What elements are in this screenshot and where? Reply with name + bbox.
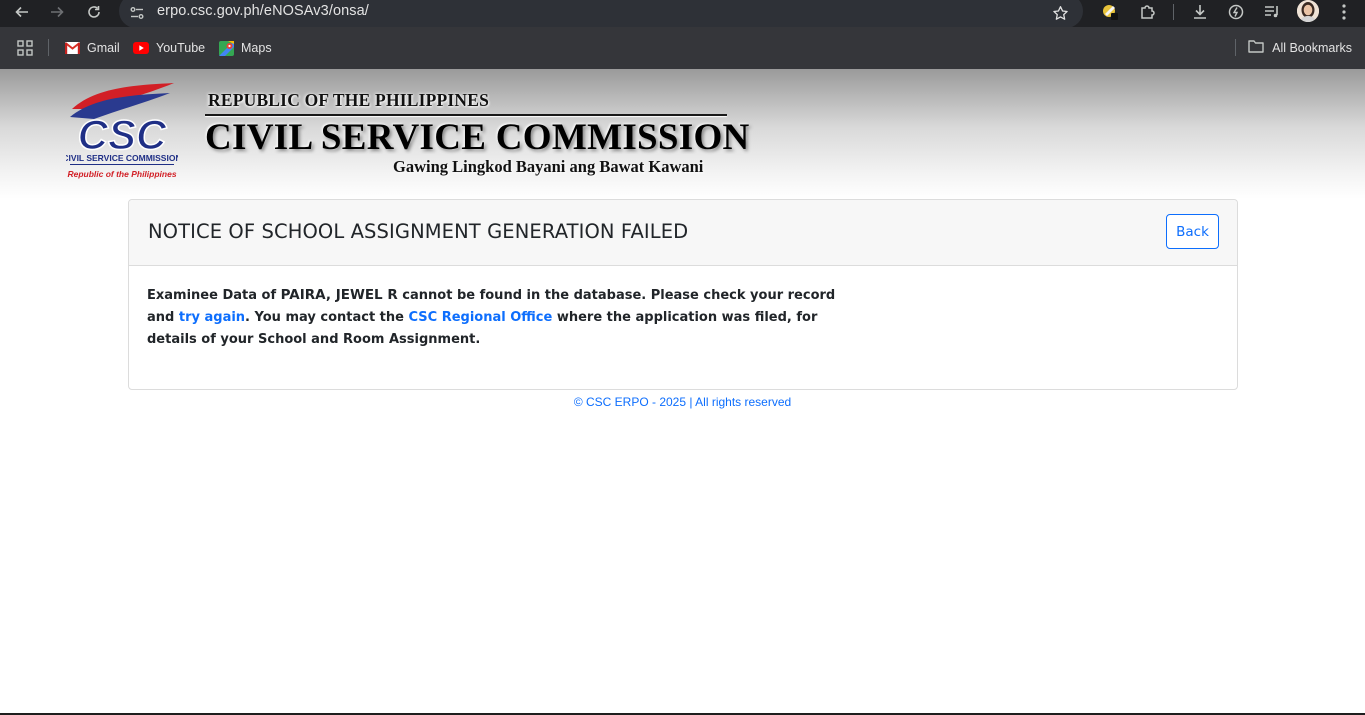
agency-tagline: Gawing Lingkod Bayani ang Bawat Kawani — [393, 157, 704, 176]
bookmark-label: YouTube — [156, 41, 206, 55]
message-text: . You may contact the — [245, 310, 409, 325]
footer-copyright: © CSC ERPO - 2025 | All rights reserved — [573, 395, 792, 409]
profile-avatar[interactable] — [1297, 0, 1319, 22]
regional-office-link[interactable]: CSC Regional Office — [409, 310, 553, 325]
republic-heading: REPUBLIC OF THE PHILIPPINES — [208, 90, 490, 110]
bookmarks-divider — [1235, 39, 1236, 56]
toolbar-divider — [1173, 4, 1174, 20]
bookmarks-divider — [48, 39, 49, 56]
card-message: Examinee Data of PAIRA, JEWEL R cannot b… — [147, 284, 847, 351]
bookmark-gmail[interactable]: Gmail — [64, 39, 120, 57]
page-content: CSC CIVIL SERVICE COMMISSION Republic of… — [0, 69, 1365, 715]
logo-caption-agency: CIVIL SERVICE COMMISSION — [66, 153, 178, 163]
logo-caption-republic: Republic of the Philippines — [67, 169, 176, 179]
reload-icon[interactable] — [83, 2, 105, 22]
bookmarks-bar: Gmail YouTube Maps All Bookmarks — [0, 27, 1365, 69]
extension-pencil-icon[interactable] — [1098, 1, 1122, 23]
logo-letters: CSC — [78, 111, 167, 158]
all-bookmarks-button[interactable]: All Bookmarks — [1248, 39, 1352, 56]
more-menu-icon[interactable] — [1332, 1, 1356, 23]
address-bar[interactable]: erpo.csc.gov.ph/eNOSAv3/onsa/ — [119, 0, 1083, 28]
folder-icon — [1248, 39, 1264, 56]
banner-text: REPUBLIC OF THE PHILIPPINES CIVIL SERVIC… — [205, 87, 749, 182]
page-title: NOTICE OF SCHOOL ASSIGNMENT GENERATION F… — [148, 220, 689, 243]
agency-title: CIVIL SERVICE COMMISSION — [205, 117, 750, 158]
card-header: NOTICE OF SCHOOL ASSIGNMENT GENERATION F… — [129, 200, 1237, 266]
examinee-name: PAIRA, JEWEL R — [280, 287, 398, 303]
apps-grid-icon[interactable] — [16, 39, 34, 57]
bookmark-label: Maps — [241, 41, 272, 55]
forward-arrow-icon[interactable] — [46, 2, 68, 22]
maps-icon — [218, 40, 234, 56]
notice-card: NOTICE OF SCHOOL ASSIGNMENT GENERATION F… — [128, 199, 1238, 390]
download-icon[interactable] — [1188, 1, 1212, 23]
header-banner: CSC CIVIL SERVICE COMMISSION Republic of… — [0, 69, 1365, 199]
media-queue-icon[interactable] — [1260, 1, 1284, 23]
all-bookmarks-label: All Bookmarks — [1272, 40, 1352, 55]
back-arrow-icon[interactable] — [11, 2, 33, 22]
message-text: Examinee Data of — [147, 288, 281, 303]
gmail-icon — [64, 40, 80, 56]
extensions-puzzle-icon[interactable] — [1136, 1, 1160, 23]
site-info-icon[interactable] — [128, 4, 146, 22]
performance-icon[interactable] — [1224, 1, 1248, 23]
bookmark-label: Gmail — [87, 41, 120, 55]
try-again-link[interactable]: try again — [179, 310, 245, 325]
browser-toolbar: erpo.csc.gov.ph/eNOSAv3/onsa/ — [0, 0, 1365, 28]
bookmark-star-icon[interactable] — [1050, 4, 1070, 22]
youtube-icon — [133, 40, 149, 56]
bookmark-youtube[interactable]: YouTube — [133, 39, 205, 57]
bookmark-maps[interactable]: Maps — [218, 39, 272, 57]
csc-logo: CSC CIVIL SERVICE COMMISSION Republic of… — [62, 81, 182, 185]
url-text[interactable]: erpo.csc.gov.ph/eNOSAv3/onsa/ — [157, 3, 369, 19]
back-button[interactable]: Back — [1166, 214, 1219, 249]
